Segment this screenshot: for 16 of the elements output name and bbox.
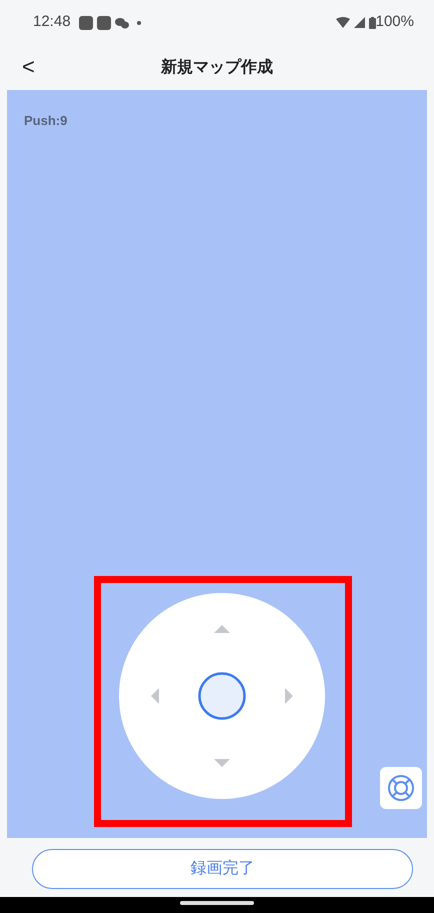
chat-icon xyxy=(114,16,129,28)
battery-icon xyxy=(368,16,376,28)
status-time: 12:48 xyxy=(33,12,71,32)
notification-icon xyxy=(96,16,111,30)
signal-icon xyxy=(354,17,365,28)
push-count: Push:9 xyxy=(24,112,68,130)
wifi-icon xyxy=(336,17,350,28)
page-title: 新規マップ作成 xyxy=(161,57,273,78)
finish-recording-button[interactable]: 録画完了 xyxy=(32,849,413,889)
back-button[interactable]: < xyxy=(16,53,41,81)
joystick[interactable] xyxy=(119,593,325,799)
notification-icon xyxy=(78,16,93,30)
lifebuoy-icon[interactable] xyxy=(380,767,422,809)
home-indicator[interactable] xyxy=(180,901,254,905)
battery-percent: 100% xyxy=(376,12,414,32)
dot-icon xyxy=(136,20,141,24)
